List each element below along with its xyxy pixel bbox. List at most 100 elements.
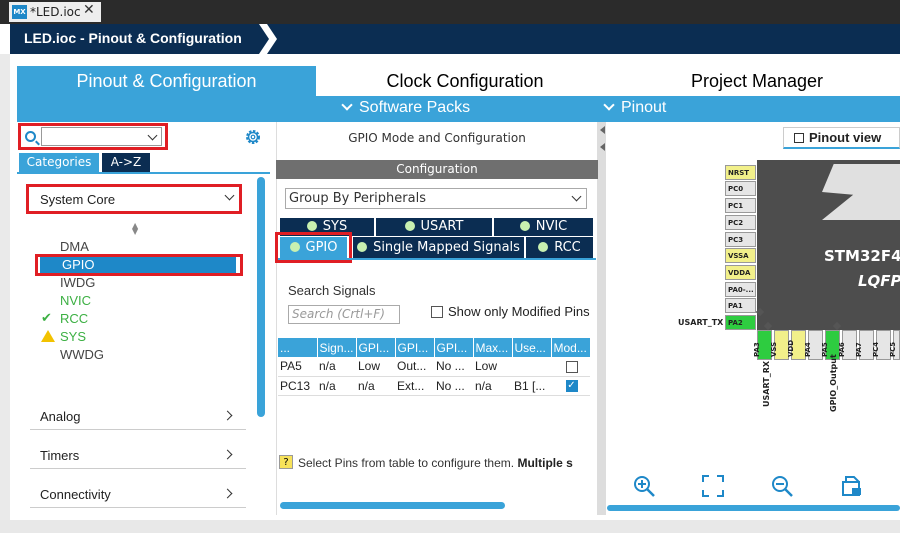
modified-checkbox[interactable] — [565, 361, 578, 374]
cell: Low — [356, 357, 395, 377]
pin-label: PA2 — [728, 319, 743, 327]
tab-pinout-view[interactable]: Pinout view — [783, 127, 900, 149]
modified-checkbox-checked[interactable]: ✓ — [565, 380, 578, 393]
table-row[interactable]: PC13 n/a n/a Ext... No ... n/a B1 [... ✓ — [278, 376, 590, 396]
export-icon[interactable] — [840, 474, 864, 498]
pin-label: PA1 — [728, 302, 743, 310]
col-header[interactable]: ... — [278, 338, 318, 357]
pin[interactable]: PA0-... — [725, 282, 756, 297]
periph-rcc[interactable]: RCC — [60, 311, 88, 326]
table-row[interactable]: PA5 n/a Low Out... No ... Low — [278, 357, 590, 377]
col-header[interactable]: Use... — [512, 338, 552, 357]
pin[interactable]: PC0 — [725, 181, 756, 196]
status-ok-icon — [357, 242, 368, 252]
pin[interactable]: NRST — [725, 165, 756, 180]
periph-nvic[interactable]: NVIC — [60, 293, 91, 308]
pin-label: NRST — [728, 169, 750, 177]
group-by-select[interactable]: Group By Peripherals — [285, 188, 587, 209]
periph-gpio[interactable]: GPIO — [62, 257, 95, 272]
tab-a-to-z[interactable]: A->Z — [102, 153, 150, 172]
status-ok-icon — [404, 221, 415, 231]
pin-table: ... Sign... GPI... GPI... GPI... Max... … — [278, 338, 591, 396]
chip-icon — [794, 133, 804, 143]
cell: B1 [... — [512, 376, 551, 396]
tab-project-manager[interactable]: Project Manager — [614, 66, 900, 96]
pin-label: PA6 — [838, 342, 846, 357]
zoom-in-icon[interactable] — [632, 474, 656, 498]
pin-label: PC5 — [889, 341, 897, 357]
pin[interactable]: VDDA — [725, 265, 756, 280]
category-connectivity[interactable]: Connectivity — [40, 487, 111, 502]
pin[interactable]: PC3 — [725, 232, 756, 247]
pin-label: VDDA — [728, 269, 751, 277]
warning-icon — [41, 330, 55, 342]
pin-label: PA4 — [804, 342, 812, 357]
banner-title: LED.ioc - Pinout & Configuration — [24, 30, 242, 46]
pinout-menu[interactable]: Pinout — [603, 99, 666, 117]
ptab-rcc-label: RCC — [554, 240, 581, 255]
ptab-usart[interactable]: USART — [376, 218, 493, 236]
pin[interactable]: VSSA — [725, 248, 756, 263]
pin-label: VDD — [787, 339, 795, 357]
help-icon: ? — [279, 455, 293, 469]
pin-pa2[interactable]: PA2 — [725, 315, 756, 330]
chevron-down-icon — [341, 99, 353, 111]
col-header[interactable]: Max... — [473, 338, 513, 357]
tab-pinout-configuration[interactable]: Pinout & Configuration — [17, 66, 316, 96]
zoom-out-icon[interactable] — [770, 474, 794, 498]
status-ok-icon — [519, 221, 530, 231]
pin-label: VSSA — [728, 252, 749, 260]
modified-cell[interactable] — [551, 357, 590, 377]
category-timers[interactable]: Timers — [40, 448, 79, 463]
col-header[interactable]: Mod... — [551, 338, 591, 357]
ptab-single-mapped[interactable]: Single Mapped Signals — [353, 237, 525, 258]
ptab-nvic[interactable]: NVIC — [494, 218, 594, 236]
show-modified-checkbox[interactable] — [431, 306, 443, 318]
col-header[interactable]: GPI... — [356, 338, 396, 357]
cell: Out... — [395, 357, 434, 377]
periph-wwdg[interactable]: WWDG — [60, 347, 104, 362]
middle-horizontal-scrollbar[interactable] — [280, 502, 505, 509]
hint-text-bold: Multiple s — [517, 456, 573, 470]
status-ok-icon — [306, 221, 317, 231]
periph-iwdg[interactable]: IWDG — [60, 275, 95, 290]
pin-label: PA0-... — [728, 286, 754, 294]
tab-clock-configuration[interactable]: Clock Configuration — [318, 66, 612, 96]
cell — [512, 357, 551, 377]
pin-label: PA5 — [821, 342, 829, 357]
hint-text: Select Pins from table to configure them… — [298, 456, 596, 470]
right-horizontal-scrollbar[interactable] — [607, 505, 900, 511]
editor-file-tab[interactable]: MX *LED.ioc ✕ — [9, 2, 101, 22]
pin[interactable]: PC2 — [725, 215, 756, 230]
left-scrollbar[interactable] — [257, 177, 265, 417]
ptab-rcc[interactable]: RCC — [526, 237, 594, 258]
col-header[interactable]: GPI... — [434, 338, 474, 357]
collapse-left-icon[interactable] — [600, 126, 605, 134]
pinout-view-label: Pinout view — [809, 130, 882, 145]
pin[interactable]: PC5 — [889, 330, 900, 360]
search-signals-label: Search Signals — [288, 283, 376, 298]
modified-cell[interactable]: ✓ — [551, 376, 590, 396]
close-tab-icon[interactable]: ✕ — [83, 2, 95, 18]
periph-dma[interactable]: DMA — [60, 239, 89, 254]
pin-label: PA3 — [753, 342, 761, 357]
periph-sys[interactable]: SYS — [60, 329, 86, 344]
pin-label: PC1 — [728, 202, 744, 210]
category-analog[interactable]: Analog — [40, 409, 80, 424]
fit-screen-icon[interactable] — [701, 474, 725, 498]
pin[interactable]: PC1 — [725, 198, 756, 213]
cell: Ext... — [395, 376, 434, 396]
software-packs-menu[interactable]: Software Packs — [341, 99, 471, 117]
gear-icon[interactable] — [244, 128, 262, 146]
sort-icon[interactable]: ▲ ▼ — [132, 222, 138, 236]
collapse-left-icon[interactable] — [600, 143, 605, 151]
pin[interactable]: PA1 — [725, 298, 756, 313]
col-header[interactable]: GPI... — [395, 338, 435, 357]
col-header[interactable]: Sign... — [317, 338, 357, 357]
tab-categories[interactable]: Categories — [19, 153, 99, 172]
software-packs-label: Software Packs — [359, 99, 471, 116]
panel-splitter[interactable] — [598, 122, 606, 515]
system-core-label: System Core — [40, 192, 116, 207]
status-ok-icon — [538, 242, 549, 252]
search-signals-input[interactable]: Search (Crtl+F) — [288, 305, 400, 324]
